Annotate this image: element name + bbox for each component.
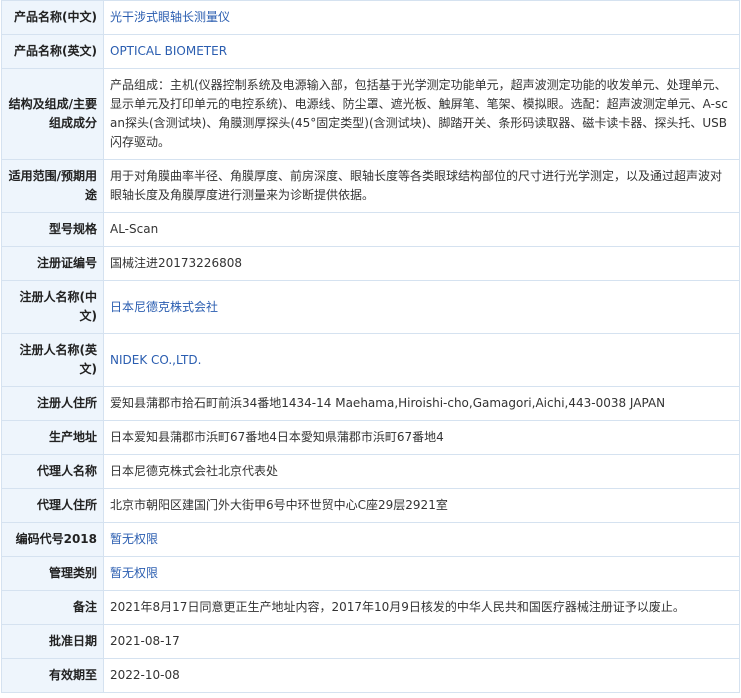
- row-remarks: 备注 2021年8月17日同意更正生产地址内容，2017年10月9日核发的中华人…: [1, 590, 740, 625]
- product-name-cn-link[interactable]: 光干涉式眼轴长测量仪: [103, 0, 740, 35]
- row-valid-until: 有效期至 2022-10-08: [1, 658, 740, 693]
- field-label: 注册人住所: [1, 386, 104, 421]
- field-value: 用于对角膜曲率半径、角膜厚度、前房深度、眼轴长度等各类眼球结构部位的尺寸进行光学…: [103, 159, 740, 213]
- registration-info-table: 产品名称(中文) 光干涉式眼轴长测量仪 产品名称(英文) OPTICAL BIO…: [1, 0, 740, 693]
- row-product-name-cn: 产品名称(中文) 光干涉式眼轴长测量仪: [1, 0, 740, 35]
- row-agent-address: 代理人住所 北京市朝阳区建国门外大街甲6号中环世贸中心C座29层2921室: [1, 488, 740, 523]
- row-intended-use: 适用范围/预期用途 用于对角膜曲率半径、角膜厚度、前房深度、眼轴长度等各类眼球结…: [1, 159, 740, 213]
- field-value: 产品组成：主机(仪器控制系统及电源输入部，包括基于光学测定功能单元，超声波测定功…: [103, 68, 740, 160]
- row-registration-number: 注册证编号 国械注进20173226808: [1, 246, 740, 281]
- field-label: 型号规格: [1, 212, 104, 247]
- field-label: 注册人名称(中文): [1, 280, 104, 334]
- field-value: AL-Scan: [103, 212, 740, 247]
- row-structure-composition: 结构及组成/主要组成成分 产品组成：主机(仪器控制系统及电源输入部，包括基于光学…: [1, 68, 740, 160]
- field-value: 北京市朝阳区建国门外大街甲6号中环世贸中心C座29层2921室: [103, 488, 740, 523]
- management-category-no-permission-link[interactable]: 暂无权限: [103, 556, 740, 591]
- row-registrant-address: 注册人住所 爱知县蒲郡市拾石町前浜34番地1434-14 Maehama,Hir…: [1, 386, 740, 421]
- row-registrant-name-en: 注册人名称(英文) NIDEK CO.,LTD.: [1, 333, 740, 387]
- field-label: 备注: [1, 590, 104, 625]
- field-label: 结构及组成/主要组成成分: [1, 68, 104, 160]
- field-label: 注册人名称(英文): [1, 333, 104, 387]
- field-label: 编码代号2018: [1, 522, 104, 557]
- field-value: 日本尼德克株式会社北京代表处: [103, 454, 740, 489]
- registrant-name-cn-link[interactable]: 日本尼德克株式会社: [103, 280, 740, 334]
- field-label: 产品名称(英文): [1, 34, 104, 69]
- field-label: 批准日期: [1, 624, 104, 659]
- field-value: 2021年8月17日同意更正生产地址内容，2017年10月9日核发的中华人民共和…: [103, 590, 740, 625]
- field-label: 注册证编号: [1, 246, 104, 281]
- row-model-spec: 型号规格 AL-Scan: [1, 212, 740, 247]
- field-label: 适用范围/预期用途: [1, 159, 104, 213]
- row-production-address: 生产地址 日本爱知县蒲郡市浜町67番地4日本愛知県蒲郡市浜町67番地4: [1, 420, 740, 455]
- field-value: 2021-08-17: [103, 624, 740, 659]
- row-management-category: 管理类别 暂无权限: [1, 556, 740, 591]
- field-label: 生产地址: [1, 420, 104, 455]
- code-2018-no-permission-link[interactable]: 暂无权限: [103, 522, 740, 557]
- field-label: 有效期至: [1, 658, 104, 693]
- field-value: 2022-10-08: [103, 658, 740, 693]
- field-label: 产品名称(中文): [1, 0, 104, 35]
- registrant-name-en-link[interactable]: NIDEK CO.,LTD.: [103, 333, 740, 387]
- field-label: 代理人名称: [1, 454, 104, 489]
- row-product-name-en: 产品名称(英文) OPTICAL BIOMETER: [1, 34, 740, 69]
- row-code-2018: 编码代号2018 暂无权限: [1, 522, 740, 557]
- field-label: 管理类别: [1, 556, 104, 591]
- product-name-en-link[interactable]: OPTICAL BIOMETER: [103, 34, 740, 69]
- field-value: 日本爱知县蒲郡市浜町67番地4日本愛知県蒲郡市浜町67番地4: [103, 420, 740, 455]
- row-approval-date: 批准日期 2021-08-17: [1, 624, 740, 659]
- field-value: 爱知县蒲郡市拾石町前浜34番地1434-14 Maehama,Hiroishi-…: [103, 386, 740, 421]
- field-label: 代理人住所: [1, 488, 104, 523]
- row-registrant-name-cn: 注册人名称(中文) 日本尼德克株式会社: [1, 280, 740, 334]
- row-agent-name: 代理人名称 日本尼德克株式会社北京代表处: [1, 454, 740, 489]
- field-value: 国械注进20173226808: [103, 246, 740, 281]
